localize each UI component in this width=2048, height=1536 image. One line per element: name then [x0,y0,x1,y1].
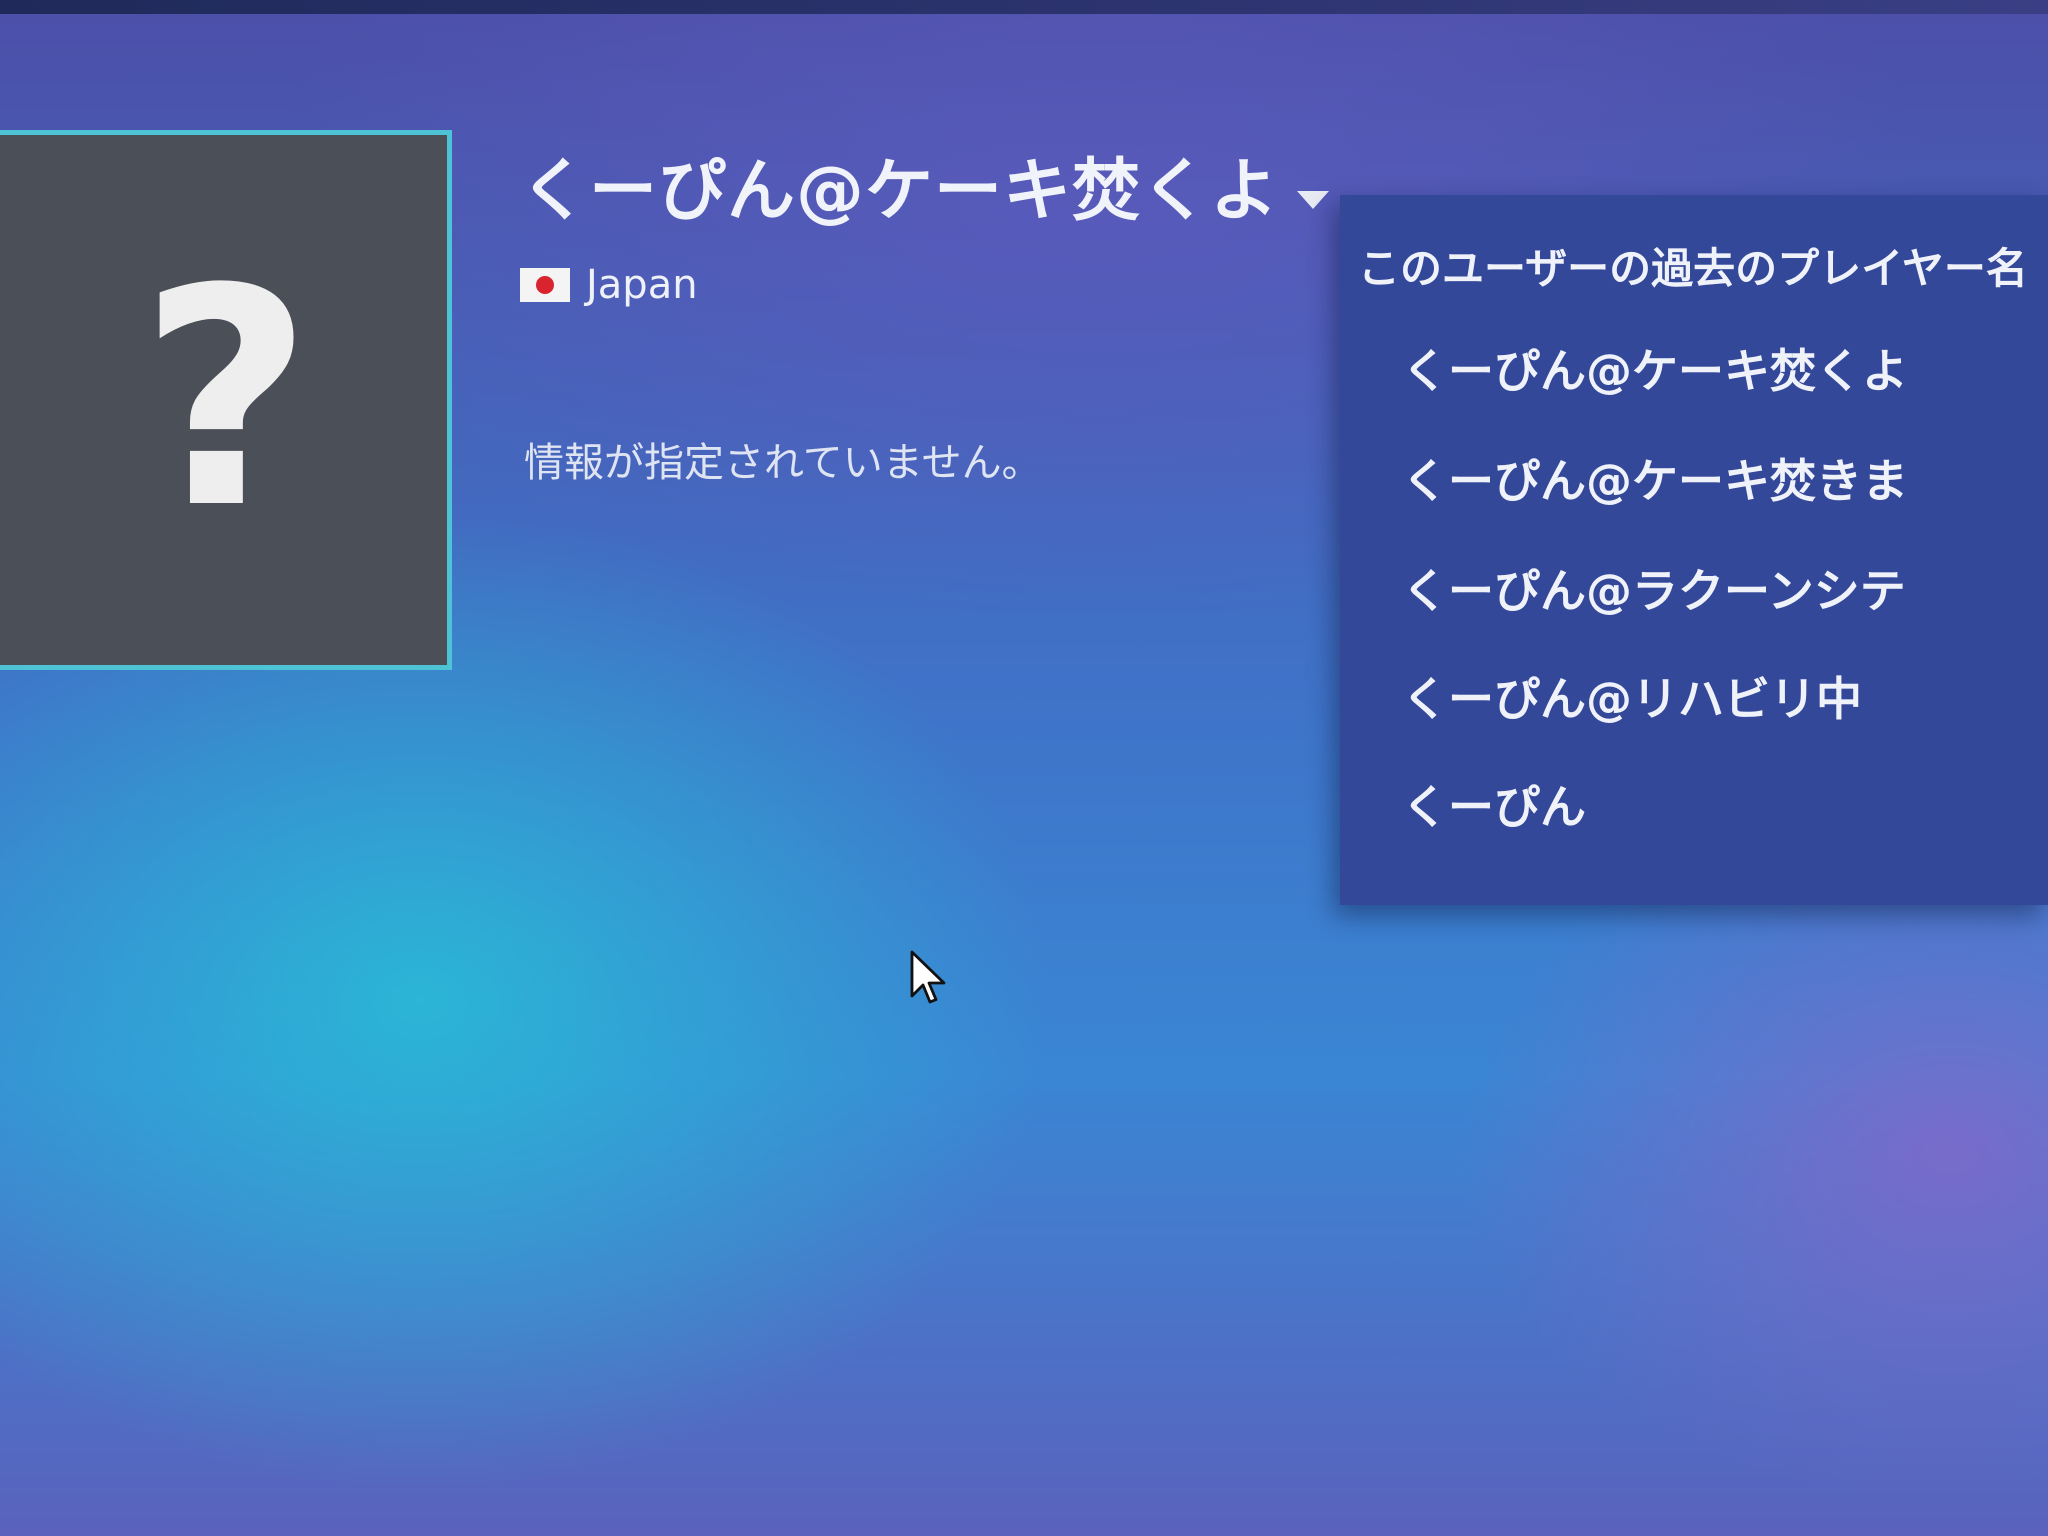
name-history-item[interactable]: くーぴん@ケーキ焚きま [1402,445,1908,511]
profile-country: Japan [520,262,698,308]
country-name: Japan [586,262,698,308]
question-mark-icon: ? [138,225,314,574]
profile-avatar[interactable]: ? [0,130,452,670]
window-top-bar [0,0,2048,14]
mouse-pointer-icon [910,950,946,1004]
profile-name-row[interactable]: くーぴん@ケーキ焚くよ [520,135,1330,234]
name-history-item[interactable]: くーぴん@ケーキ焚くよ [1402,335,1908,401]
chevron-down-icon[interactable] [1297,190,1330,209]
japan-flag-icon [520,268,570,302]
profile-summary: 情報が指定されていません。 [524,440,1042,486]
name-history-item[interactable]: くーぴん@ラクーンシテ [1402,555,1906,621]
name-history-dropdown: このユーザーの過去のプレイヤー名 くーぴん@ケーキ焚くよ くーぴん@ケーキ焚きま… [1340,195,2048,905]
name-history-item[interactable]: くーぴん [1402,771,1586,837]
flag-sun [536,276,554,294]
name-history-title: このユーザーの過去のプレイヤー名 [1358,244,2028,293]
profile-name: くーぴん@ケーキ焚くよ [520,152,1280,231]
name-history-item[interactable]: くーぴん@リハビリ中 [1402,663,1862,729]
